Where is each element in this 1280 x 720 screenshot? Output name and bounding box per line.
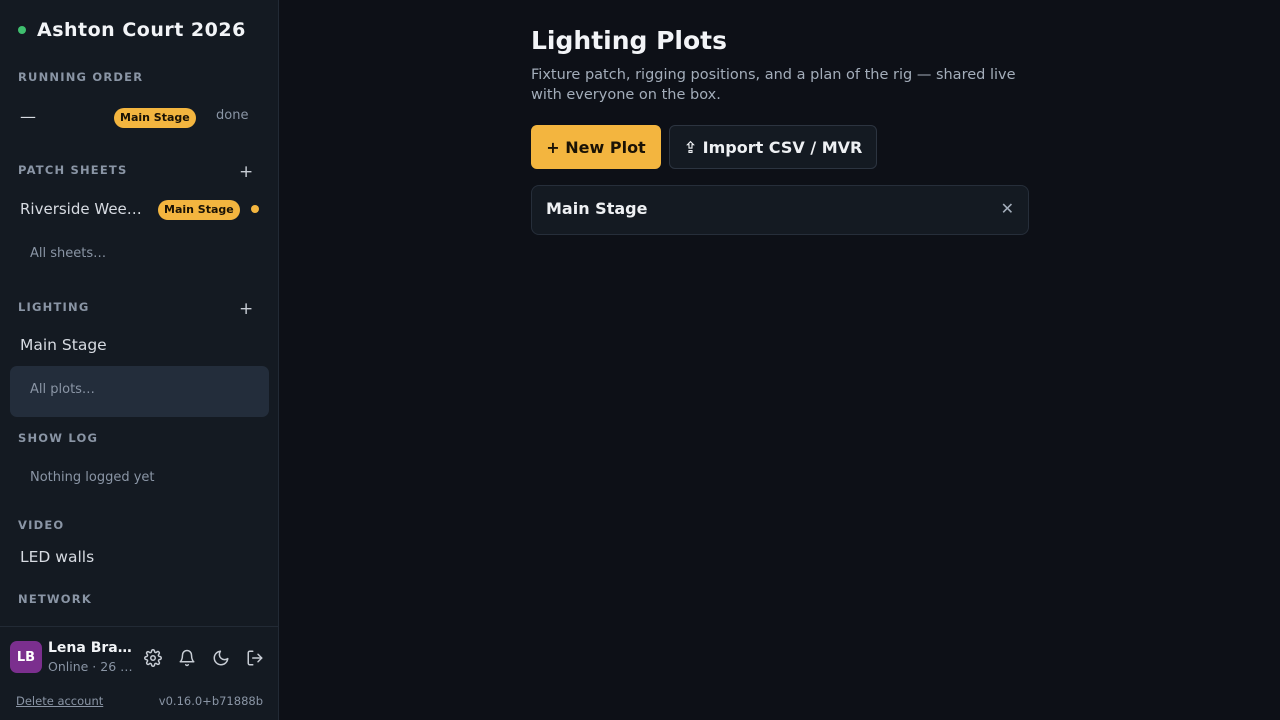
lighting-heading: LIGHTING [18,300,90,314]
user-name: Lena Bra… [48,640,132,656]
footer-divider [0,626,278,627]
close-icon[interactable]: ✕ [1001,201,1014,217]
stage-badge: Main Stage [158,200,240,220]
plot-card[interactable]: Main Stage ✕ [531,185,1029,235]
bell-icon[interactable] [178,649,196,667]
all-plots-link: All plots… [30,382,95,397]
video-heading: VIDEO [18,518,65,532]
page-title: Lighting Plots [531,26,728,55]
show-log-heading: SHOW LOG [18,431,99,445]
gear-icon[interactable] [144,649,162,667]
project-title: Ashton Court 2026 [37,19,246,41]
sidebar-item-led-walls[interactable]: LED walls [20,548,94,566]
all-sheets-link[interactable]: All sheets… [30,246,106,261]
page-subtitle: Fixture patch, rigging positions, and a … [531,67,1016,103]
sidebar: Ashton Court 2026 RUNNING ORDER — Main S… [0,0,279,720]
delete-account-link[interactable]: Delete account [16,694,103,708]
patch-sheets-heading: PATCH SHEETS [18,163,128,177]
online-status-dot [18,26,26,34]
network-heading: NETWORK [18,592,92,606]
avatar: LB [10,641,42,673]
user-status: Online · 26 … [48,659,133,674]
running-order-status: done [216,108,249,123]
add-patch-sheet-button[interactable]: + [239,164,253,181]
version-label: v0.16.0+b71888b [158,694,263,708]
unsaved-dot-icon [251,205,259,213]
running-order-heading: RUNNING ORDER [18,70,144,84]
import-csv-mvr-button[interactable]: ⇪ Import CSV / MVR [669,125,877,169]
add-lighting-plot-button[interactable]: + [239,301,253,318]
show-log-empty: Nothing logged yet [30,470,155,485]
brand: Ashton Court 2026 [18,19,246,41]
logout-icon[interactable] [246,649,264,667]
new-plot-button[interactable]: + New Plot [531,125,661,169]
patch-sheet-label: Riverside Wee… [20,200,142,218]
running-order-label: — [20,107,36,126]
sidebar-item-main-stage[interactable]: Main Stage [20,336,107,354]
user-avatar-wrap[interactable]: LB [10,641,42,673]
all-plots-active-item[interactable]: All plots… [10,366,269,417]
moon-icon[interactable] [212,649,230,667]
stage-badge: Main Stage [114,108,196,128]
plot-card-title: Main Stage [546,199,648,218]
